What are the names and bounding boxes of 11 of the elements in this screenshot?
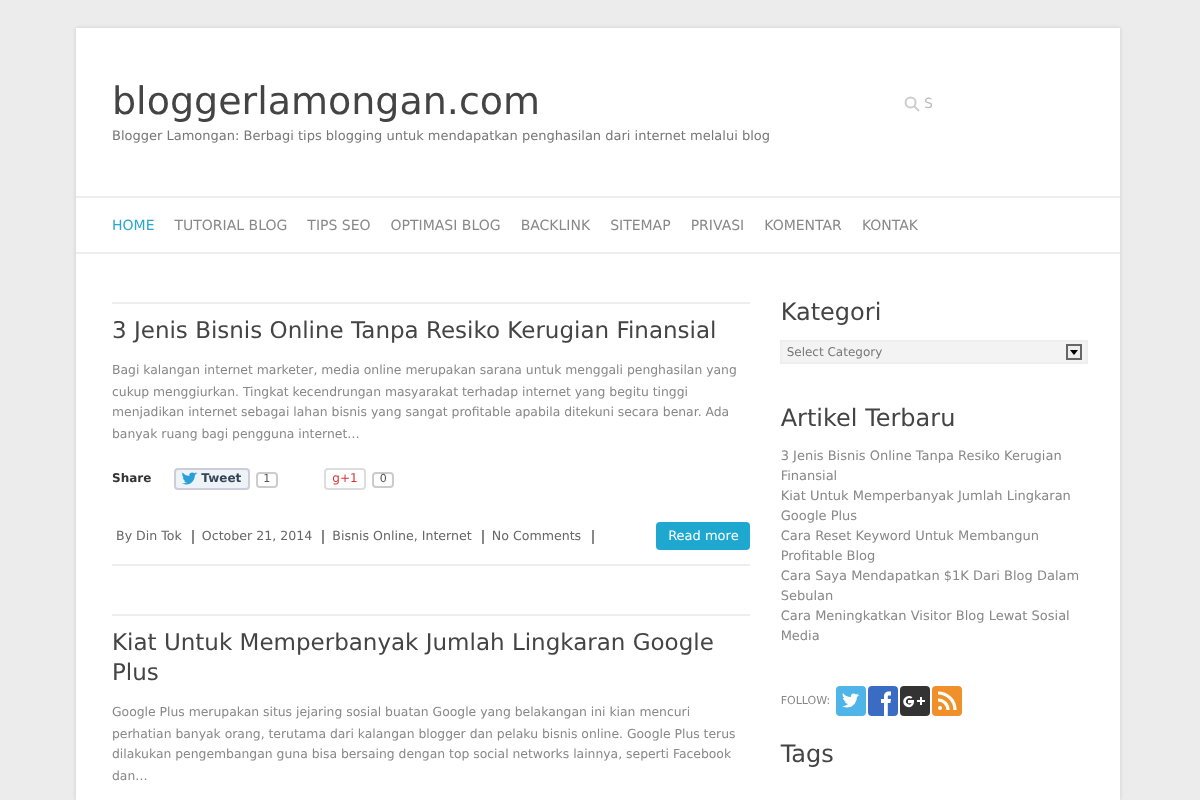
widget-heading: Tags xyxy=(780,740,836,768)
dropdown-arrow-icon xyxy=(1066,344,1083,360)
post-title[interactable]: 3 Jenis Bisnis Online Tanpa Resiko Kerugian Finansial xyxy=(112,316,751,346)
facebook-icon[interactable] xyxy=(868,686,899,716)
google-plus-icon[interactable] xyxy=(900,686,931,716)
widget-heading: Kategori xyxy=(780,298,884,326)
post-title[interactable]: Kiat Untuk Memperbanyak Jumlah Lingkaran Google Plus xyxy=(112,628,751,688)
widget-heading: Artikel Terbaru xyxy=(780,404,958,432)
bird-icon xyxy=(181,472,198,486)
search-icon xyxy=(904,96,920,112)
site-title[interactable]: bloggerlamongan.com xyxy=(112,80,770,124)
